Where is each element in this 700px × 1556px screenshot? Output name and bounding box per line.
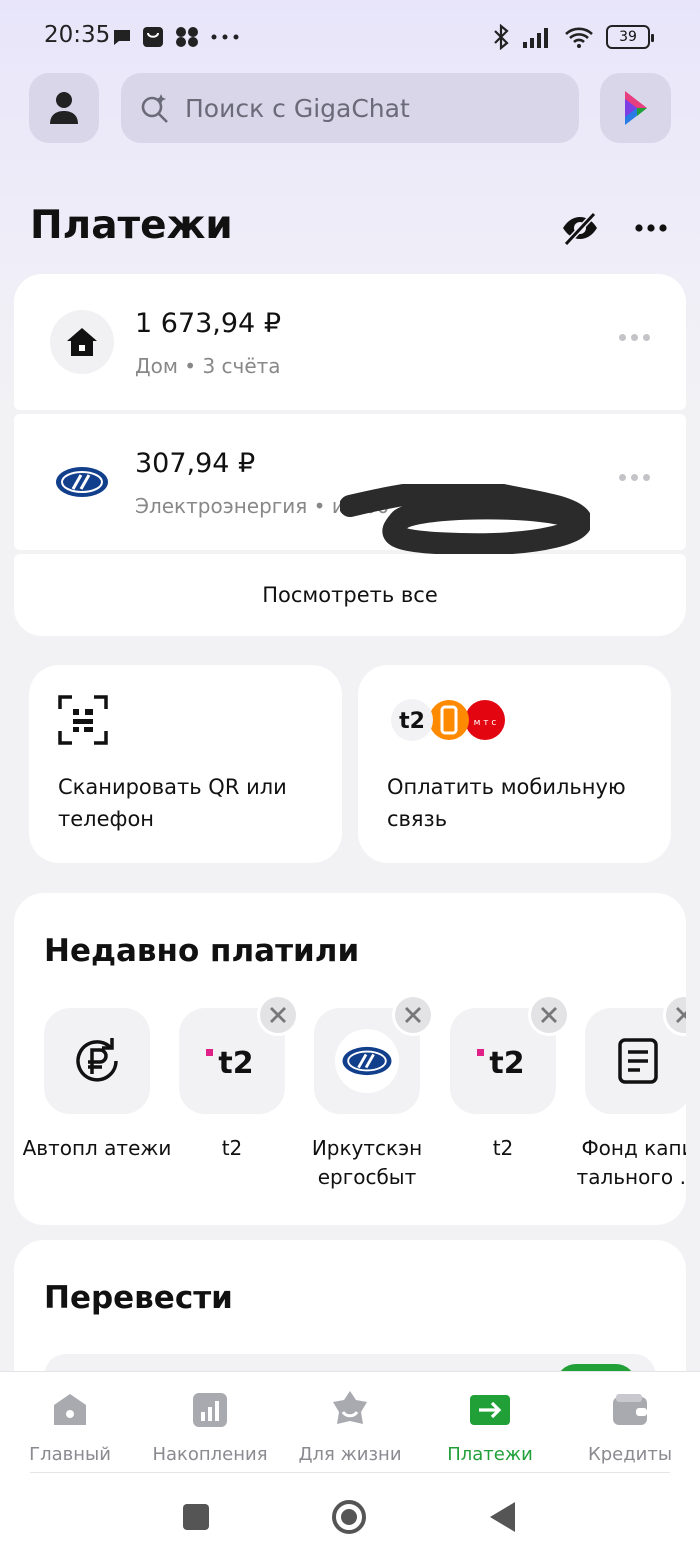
logo-circle xyxy=(335,1029,399,1093)
tile-label: Сканировать QR или телефон xyxy=(58,775,287,831)
gigachat-search-icon xyxy=(141,94,168,123)
search-bar[interactable] xyxy=(121,73,579,143)
recent-item-icon-box: t2 xyxy=(450,994,570,1114)
t2-logo-icon: t2 xyxy=(206,1046,254,1081)
nav-item-savings[interactable]: Накопления xyxy=(140,1390,280,1465)
smile-star-icon xyxy=(333,1391,367,1424)
nav-label: Платежи xyxy=(447,1444,533,1465)
more-notifications-icon xyxy=(211,34,239,40)
mobile-operators-icon: м т с t2 xyxy=(391,699,505,741)
t2-logo-text: t2 xyxy=(489,1046,524,1081)
nav-label: Накопления xyxy=(152,1444,268,1465)
account-amount: 1 673,94 ₽ xyxy=(135,308,281,339)
mts-logo-text: м т с xyxy=(474,718,497,728)
sber-services-button[interactable] xyxy=(600,73,671,143)
account-icon xyxy=(50,310,114,374)
t2-logo-icon: t2 xyxy=(477,1046,525,1081)
tile-label: Оплатить мобильную связь xyxy=(387,775,626,831)
recent-item-capital-repair-fund[interactable]: Фонд капи тального … xyxy=(563,994,686,1192)
nav-item-payments[interactable]: Платежи xyxy=(420,1390,560,1465)
recent-item-label: t2 xyxy=(492,1136,514,1160)
system-navigation-bar xyxy=(183,1500,515,1534)
recent-item-icon-box xyxy=(44,1008,150,1114)
pay-mobile-tile[interactable]: м т с t2 Оплатить мобильную связь xyxy=(358,665,671,863)
home-icon xyxy=(54,1394,86,1425)
nav-item-for-life[interactable]: Для жизни xyxy=(280,1390,420,1465)
recent-item-label: Иркутскэн ергосбыт xyxy=(311,1136,423,1189)
wallet-icon xyxy=(613,1394,647,1425)
transfer-title: Перевести xyxy=(44,1280,233,1316)
signal-icon xyxy=(523,28,548,48)
recent-payments-card: Недавно платили Автопл атежи t2 t2 Иркут… xyxy=(14,893,686,1225)
remove-recent-button[interactable] xyxy=(663,994,686,1036)
profile-button[interactable] xyxy=(29,73,99,143)
recent-item-icon-box: t2 xyxy=(179,994,299,1114)
status-time: 20:35 xyxy=(44,22,111,48)
recent-item-icon-box xyxy=(314,994,434,1114)
recent-apps-button xyxy=(183,1504,209,1530)
close-icon xyxy=(676,1007,686,1023)
qr-scan-icon xyxy=(58,695,108,745)
irkutskenergo-logo-icon xyxy=(342,1046,392,1076)
nav-divider xyxy=(30,1472,670,1473)
account-more-icon[interactable] xyxy=(619,334,650,341)
status-system-icons: 39 xyxy=(492,24,654,50)
recent-item-autopay[interactable]: Автопл атежи xyxy=(22,1008,172,1163)
payments-arrow-icon xyxy=(470,1395,510,1425)
more-options-icon[interactable] xyxy=(632,214,672,242)
recent-item-icon-box xyxy=(585,994,686,1114)
autopay-icon xyxy=(76,1038,118,1082)
back-system-button xyxy=(490,1502,515,1532)
document-icon xyxy=(618,1038,658,1084)
recent-item-label: t2 xyxy=(221,1136,243,1160)
close-icon xyxy=(270,1007,286,1023)
close-icon xyxy=(541,1007,557,1023)
app-notification-icon xyxy=(176,27,198,47)
bluetooth-icon xyxy=(494,24,509,50)
shop-notification-icon xyxy=(143,27,163,47)
scan-qr-tile[interactable]: Сканировать QR или телефон xyxy=(29,665,342,863)
account-subtitle-text: Электроэнергия • и xyxy=(135,494,345,518)
recent-item-irkutskenergo[interactable]: Иркутскэн ергосбыт xyxy=(292,994,442,1192)
recent-item-t2-second[interactable]: t2 t2 xyxy=(428,994,578,1163)
bottom-navigation: Главный Накопления Для жизни Платежи Кре… xyxy=(0,1371,700,1556)
battery-level: 39 xyxy=(619,29,637,45)
user-icon xyxy=(50,92,78,124)
chat-notification-icon xyxy=(114,30,130,45)
account-card-home[interactable]: 1 673,94 ₽ Дом • 3 счёта xyxy=(14,274,686,410)
redaction-scribble xyxy=(340,484,590,554)
account-amount: 307,94 ₽ xyxy=(135,448,256,479)
recent-item-label: Фонд капи тального … xyxy=(576,1136,686,1189)
t2-logo-text: t2 xyxy=(218,1046,253,1081)
status-notification-icons xyxy=(112,26,240,48)
house-icon xyxy=(67,328,97,356)
t2-logo-text: t2 xyxy=(399,709,425,734)
hide-balance-icon[interactable] xyxy=(560,208,600,248)
account-subtitle: Дом • 3 счёта xyxy=(135,354,281,378)
recent-item-t2[interactable]: t2 t2 xyxy=(157,994,307,1163)
sber-services-logo-icon xyxy=(624,91,647,125)
recent-title: Недавно платили xyxy=(44,933,360,969)
irkutskenergo-logo-icon xyxy=(56,467,108,497)
nav-item-home[interactable]: Главный xyxy=(0,1390,140,1465)
close-icon xyxy=(405,1007,421,1023)
battery-indicator: 39 xyxy=(606,25,654,49)
nav-label: Для жизни xyxy=(298,1444,402,1465)
search-input[interactable] xyxy=(185,93,565,123)
chart-icon xyxy=(193,1393,227,1427)
nav-label: Главный xyxy=(29,1444,111,1465)
view-all-button[interactable]: Посмотреть все xyxy=(14,554,686,636)
account-more-icon[interactable] xyxy=(619,474,650,481)
page-title: Платежи xyxy=(30,203,233,248)
nav-label: Кредиты xyxy=(587,1444,673,1465)
wifi-icon xyxy=(565,27,593,48)
nav-item-credits[interactable]: Кредиты xyxy=(560,1390,700,1465)
account-icon xyxy=(50,450,114,514)
recent-item-label: Автопл атежи xyxy=(22,1136,172,1160)
